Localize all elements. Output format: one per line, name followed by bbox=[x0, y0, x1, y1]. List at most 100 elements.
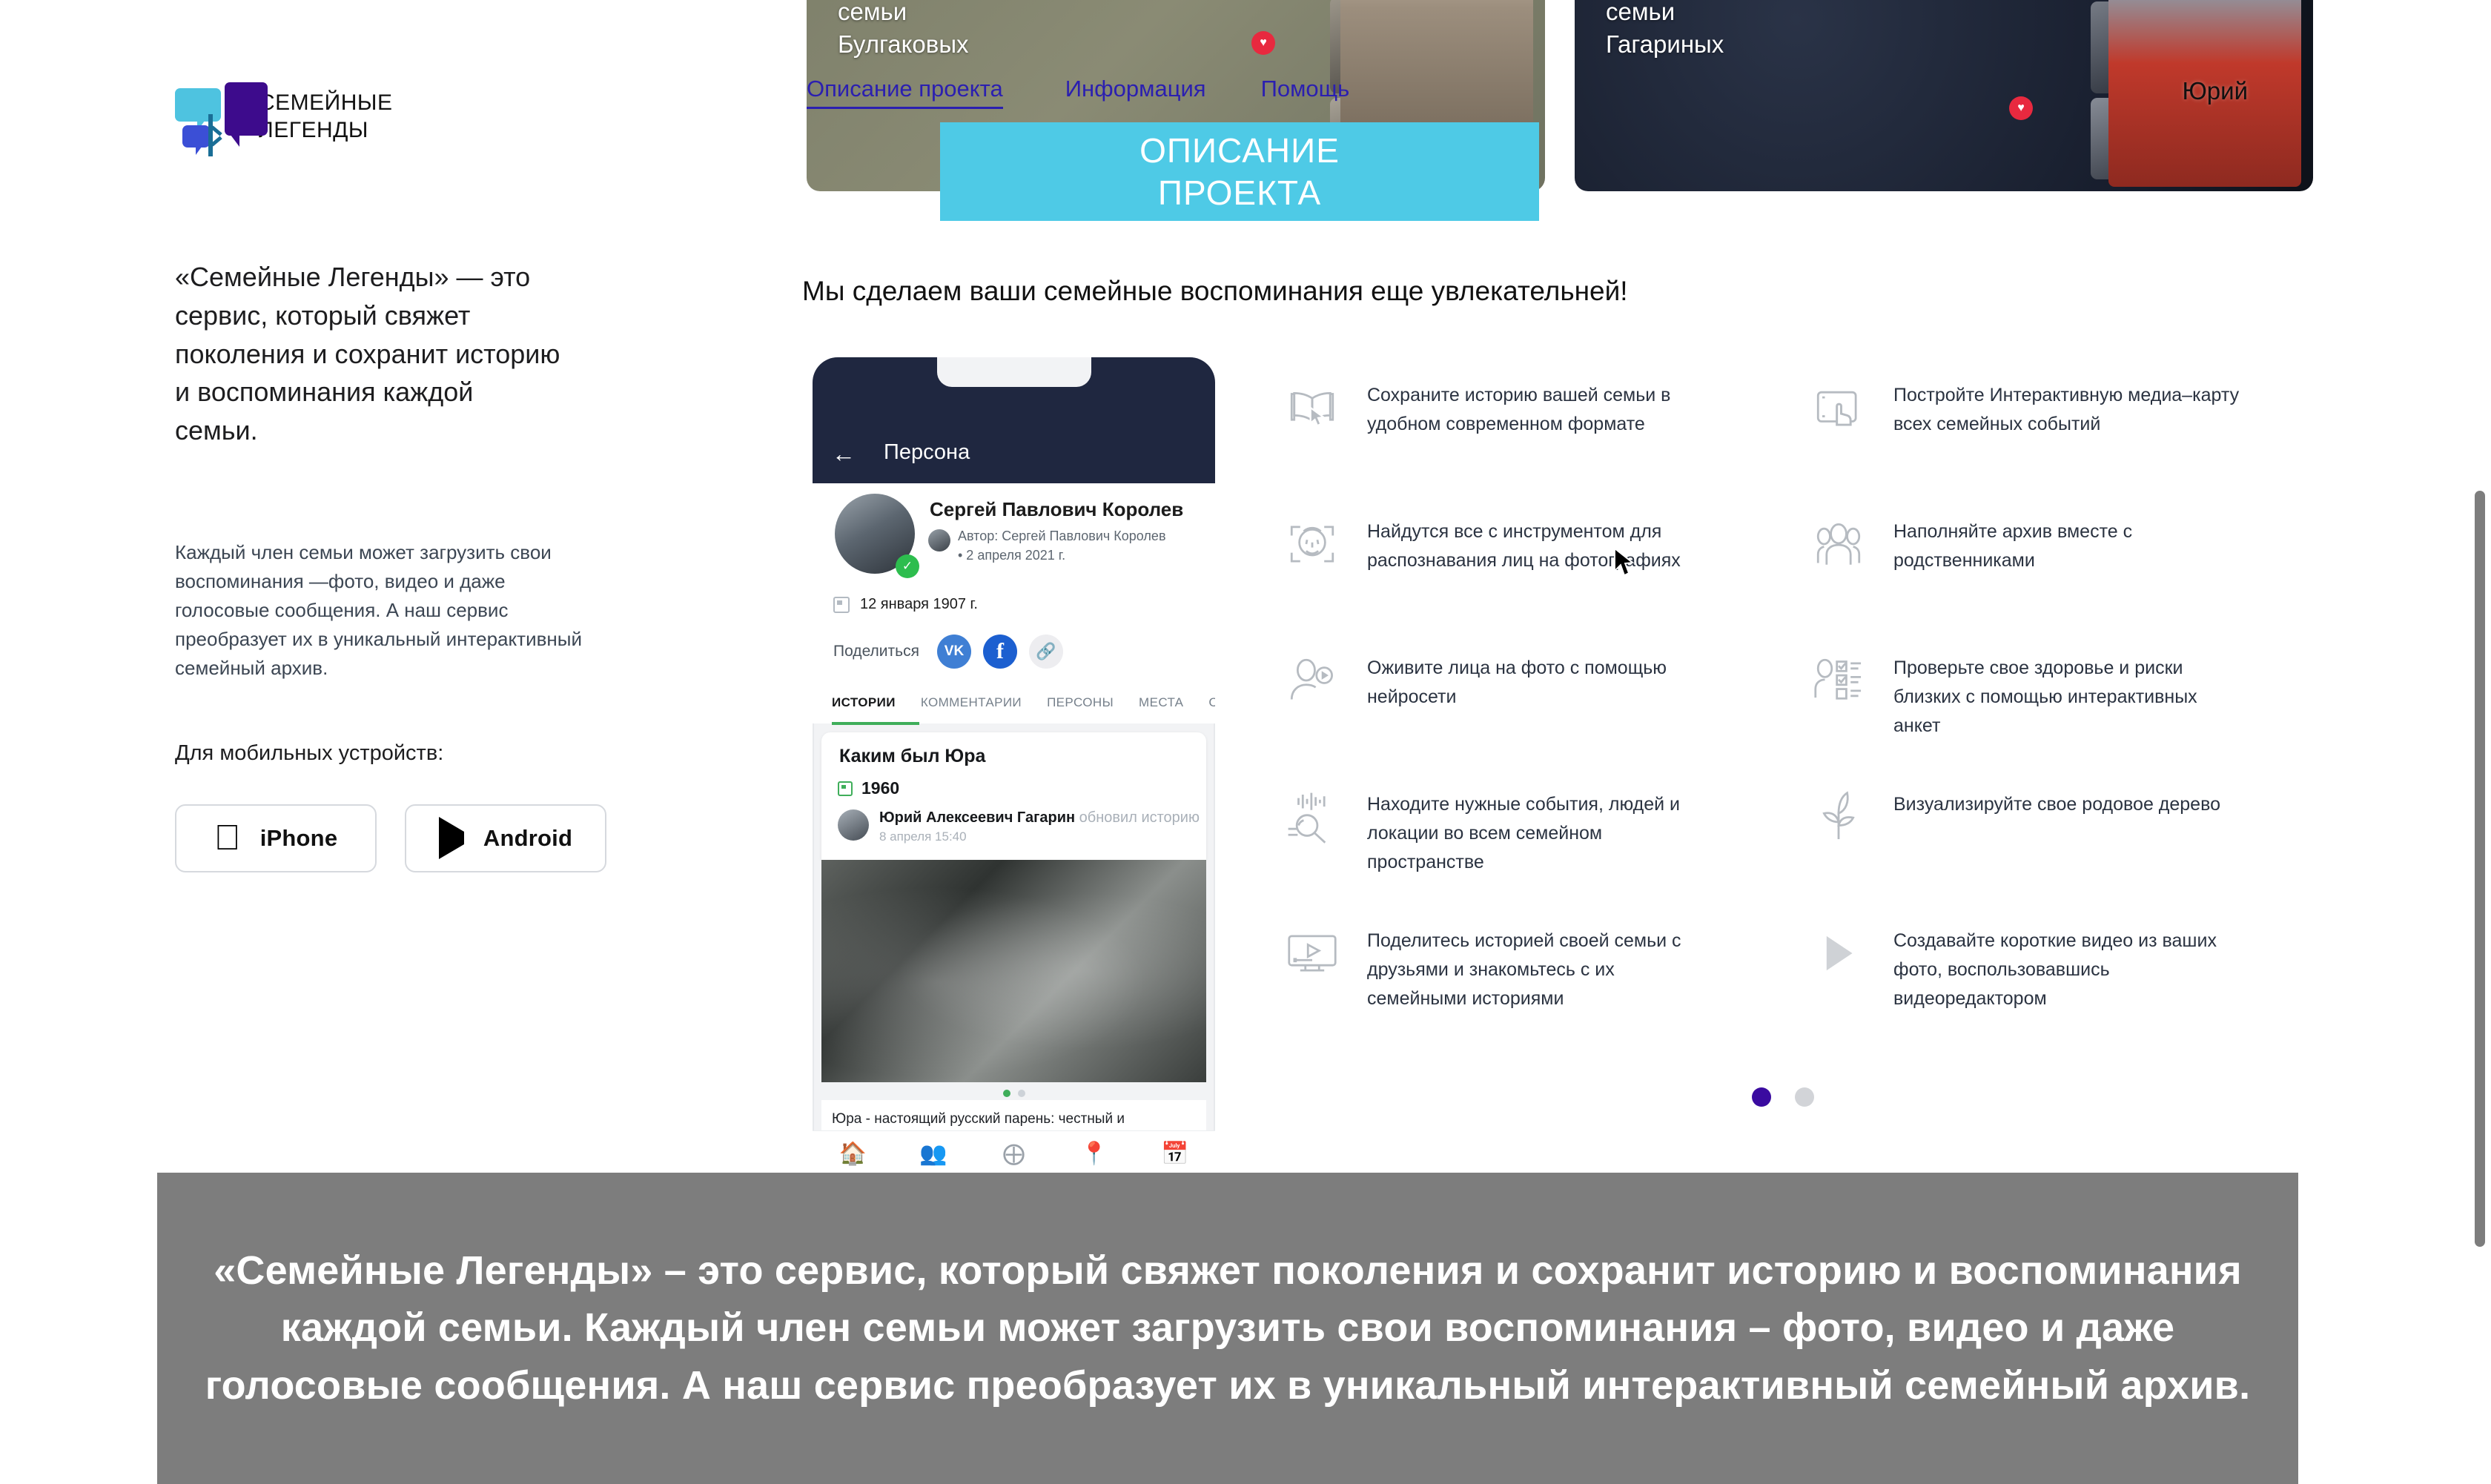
scrollbar-track[interactable] bbox=[2469, 0, 2491, 1484]
iphone-button-label: iPhone bbox=[246, 825, 337, 851]
nav-item-project-description[interactable]: Описание проекта bbox=[807, 76, 1003, 109]
photo-carousel-dots bbox=[1002, 1090, 1025, 1097]
section-headline: Мы сделаем ваши семейные воспоминания ещ… bbox=[802, 276, 1628, 306]
facebook-icon[interactable]: f bbox=[982, 635, 1017, 669]
updater-timestamp: 8 апреля 15:40 bbox=[879, 829, 967, 844]
active-tab-indicator bbox=[832, 722, 919, 725]
carousel-dot-2[interactable] bbox=[1795, 1087, 1814, 1107]
top-navigation: Описание проекта Информация Помощь bbox=[807, 76, 1349, 109]
feature-item: Наполняйте архив вместе с родственниками bbox=[1809, 514, 2291, 651]
google-play-icon bbox=[438, 817, 464, 859]
updater-name: Юрий Алексеевич Гагарин bbox=[879, 809, 1076, 826]
android-button-label: Android bbox=[483, 825, 573, 851]
author-meta: Автор: Сергей Павлович Королев • 2 апрел… bbox=[958, 529, 1166, 563]
hero-name-label: Юрий bbox=[2182, 77, 2248, 105]
sprout-icon bbox=[1809, 787, 1868, 847]
nav-item-information[interactable]: Информация bbox=[1065, 76, 1206, 107]
story-year-value: 1960 bbox=[861, 778, 900, 798]
story-year-row: 1960 bbox=[838, 778, 899, 798]
monitor-play-icon bbox=[1283, 924, 1342, 983]
store-buttons:  iPhone Android bbox=[175, 804, 606, 872]
person-name: Сергей Павлович Королев bbox=[930, 498, 1184, 520]
calendar-icon[interactable]: 📅 bbox=[1161, 1142, 1188, 1167]
lead-paragraph: «Семейные Легенды» — это сервис, который… bbox=[175, 262, 560, 446]
phone-tab-persons[interactable]: ПЕРСОНЫ bbox=[1047, 695, 1114, 710]
author-avatar bbox=[928, 529, 950, 551]
feature-text: Находите нужные события, людей и локации… bbox=[1367, 794, 1681, 872]
feature-text: Оживите лица на фото с помощью нейросети bbox=[1367, 657, 1667, 707]
heart-pin-icon: ♥ bbox=[2009, 96, 2033, 120]
phone-tab-more[interactable]: С bbox=[1208, 695, 1215, 710]
face-recognition-icon bbox=[1283, 514, 1342, 574]
phone-notch bbox=[936, 357, 1091, 387]
birth-date-row: 12 января 1907 г. bbox=[833, 596, 978, 613]
scrollbar-thumb[interactable] bbox=[2475, 491, 2485, 1247]
play-triangle-icon bbox=[1809, 924, 1868, 983]
vk-icon[interactable]: VK bbox=[936, 635, 971, 669]
home-icon[interactable]: 🏠 bbox=[839, 1142, 867, 1167]
copy-link-icon[interactable]: 🔗 bbox=[1028, 635, 1063, 669]
phone-tab-comments[interactable]: КОММЕНТАРИИ bbox=[921, 695, 1022, 710]
banner-line-1: ОПИСАНИЕ bbox=[1139, 131, 1340, 170]
iphone-download-button[interactable]:  iPhone bbox=[175, 804, 377, 872]
carousel-dot-1[interactable] bbox=[1752, 1087, 1771, 1107]
promo-card-gagarin[interactable]: ♥ семьи Гагариных Юрий bbox=[1575, 0, 2313, 191]
updater-action: обновил историю bbox=[1075, 809, 1200, 826]
add-circle-icon[interactable]: ⨁ bbox=[1001, 1142, 1026, 1167]
feature-text: Сохраните историю вашей семьи в удобном … bbox=[1367, 385, 1671, 434]
heart-pin-icon: ♥ bbox=[1251, 31, 1275, 55]
voice-search-icon bbox=[1283, 787, 1342, 847]
feature-text: Поделитесь историей своей семьи с друзья… bbox=[1367, 930, 1681, 1009]
tablet-touch-icon bbox=[1809, 378, 1868, 437]
feature-text: Постройте Интерактивную медиа–карту всех… bbox=[1893, 385, 2240, 434]
apple-icon:  bbox=[214, 821, 241, 856]
photo-dot[interactable] bbox=[1002, 1090, 1010, 1097]
share-row: Поделиться VK f 🔗 bbox=[833, 635, 1063, 669]
feature-text: Визуализируйте свое родовое дерево bbox=[1893, 794, 2220, 815]
phone-bottom-nav: 🏠 👥 ⨁ 📍 📅 bbox=[813, 1130, 1215, 1176]
brand-logo[interactable]: СЕМЕЙНЫЕ ЛЕГЕНДЫ bbox=[175, 80, 392, 156]
feature-item: Проверьте свое здоровье и риски близких … bbox=[1809, 651, 2291, 787]
phone-app-bar bbox=[813, 357, 1215, 483]
photo-dot[interactable] bbox=[1017, 1090, 1025, 1097]
birth-date-value: 12 января 1907 г. bbox=[860, 596, 978, 612]
phone-screen-title: Персона bbox=[884, 440, 970, 464]
carousel-pagination bbox=[1752, 1087, 1814, 1107]
phone-tab-bar: ИСТОРИИ КОММЕНТАРИИ ПЕРСОНЫ МЕСТА С bbox=[813, 682, 1215, 723]
story-card[interactable]: Каким был Юра 1960 Юрий Алексеевич Гагар… bbox=[821, 732, 1206, 860]
open-book-cursor-icon bbox=[1283, 378, 1342, 437]
feature-item: Поделитесь историей своей семьи с друзья… bbox=[1283, 924, 1764, 1060]
story-updater-row: Юрий Алексеевич Гагарин обновил историю … bbox=[838, 809, 1200, 844]
calendar-icon bbox=[838, 781, 853, 796]
nav-item-help[interactable]: Помощь bbox=[1261, 76, 1350, 107]
feature-text: Создавайте короткие видео из ваших фото,… bbox=[1893, 930, 2217, 1009]
secondary-paragraph: Каждый член семьи может загрузить свои в… bbox=[175, 541, 582, 679]
verified-badge-icon: ✓ bbox=[896, 554, 919, 578]
phone-tab-places[interactable]: МЕСТА bbox=[1139, 695, 1183, 710]
location-pin-icon[interactable]: 📍 bbox=[1080, 1142, 1108, 1167]
mouse-cursor bbox=[1614, 547, 1635, 577]
feature-item: Создавайте короткие видео из ваших фото,… bbox=[1809, 924, 2291, 1060]
person-checklist-icon bbox=[1809, 651, 1868, 710]
banner-line-2: ПРОЕКТА bbox=[1157, 173, 1322, 212]
people-icon[interactable]: 👥 bbox=[919, 1142, 947, 1167]
back-arrow-icon[interactable]: ← bbox=[832, 442, 856, 466]
phone-mockup: ← Персона ✓ Сергей Павлович Королев Авто… bbox=[813, 357, 1215, 1176]
features-grid: Сохраните историю вашей семьи в удобном … bbox=[1283, 378, 2469, 1060]
story-photo[interactable] bbox=[821, 860, 1206, 1082]
promo-card-title: семьи Булгаковых bbox=[838, 0, 969, 59]
android-download-button[interactable]: Android bbox=[405, 804, 606, 872]
feature-item: Визуализируйте свое родовое дерево bbox=[1809, 787, 2291, 924]
feature-text: Найдутся все с инструментом для распозна… bbox=[1367, 521, 1681, 571]
phone-tab-stories[interactable]: ИСТОРИИ bbox=[832, 695, 896, 710]
section-banner: ОПИСАНИЕ ПРОЕКТА bbox=[940, 122, 1539, 221]
feature-item: Найдутся все с инструментом для распозна… bbox=[1283, 514, 1764, 651]
story-title: Каким был Юра bbox=[839, 746, 986, 766]
feature-item: Оживите лица на фото с помощью нейросети bbox=[1283, 651, 1764, 787]
subtitle-text: «Семейные Легенды» – это сервис, который… bbox=[205, 1248, 2251, 1408]
feature-item: Сохраните историю вашей семьи в удобном … bbox=[1283, 378, 1764, 514]
calendar-icon bbox=[833, 596, 850, 613]
family-legends-logo-icon bbox=[175, 80, 268, 156]
subtitle-overlay: «Семейные Легенды» – это сервис, который… bbox=[157, 1173, 2298, 1484]
person-play-icon bbox=[1283, 651, 1342, 710]
